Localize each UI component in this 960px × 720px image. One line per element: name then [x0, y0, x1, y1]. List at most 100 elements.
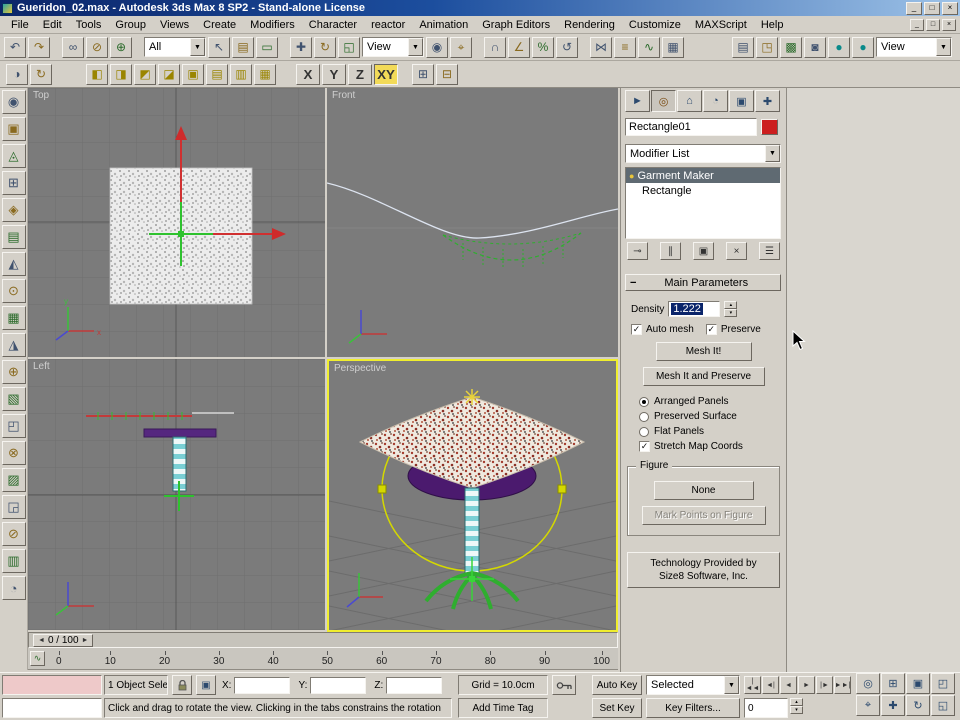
prev-frame-arrow-icon[interactable]: ◄: [38, 637, 45, 644]
render-tool-icon[interactable]: ◙: [804, 36, 826, 58]
menu-item[interactable]: Edit: [36, 18, 69, 32]
stretch-map-checkbox[interactable]: ✓: [639, 441, 650, 452]
extra-tool-icon[interactable]: ⊞: [412, 63, 434, 85]
snap-mode-icon[interactable]: ◧: [86, 63, 108, 85]
modifier-stack-item-selected[interactable]: ● Garment Maker: [626, 168, 780, 183]
mesh-it-button[interactable]: Mesh It!: [655, 342, 752, 361]
select-tool-icon[interactable]: ▭: [256, 36, 278, 58]
menu-item[interactable]: Group: [108, 18, 153, 32]
spinner-down-icon[interactable]: ▾: [724, 309, 738, 317]
maxscript-mini-listener-white[interactable]: [2, 698, 102, 718]
chevron-down-icon[interactable]: ▼: [190, 38, 205, 56]
radio-option[interactable]: Preserved Surface: [639, 411, 782, 422]
link-icon[interactable]: ⊕: [110, 36, 132, 58]
viewport-top[interactable]: x y Top: [28, 88, 325, 357]
menu-item[interactable]: Help: [754, 18, 791, 32]
key-mode-combo[interactable]: Selected ▼: [646, 675, 740, 695]
viewport-front[interactable]: Front: [327, 88, 618, 357]
reference-coordinate-combo[interactable]: View ▼: [362, 37, 424, 57]
snap-mode-icon[interactable]: ◨: [110, 63, 132, 85]
key-filters-button[interactable]: Key Filters...: [646, 698, 740, 718]
maxscript-mini-listener-pink[interactable]: [2, 675, 102, 695]
radio-circle-icon[interactable]: [639, 426, 649, 437]
reactor-tool-icon[interactable]: ◈: [1, 198, 26, 222]
pivot-center-icon[interactable]: ⌖: [450, 36, 472, 58]
reactor-tool-icon[interactable]: ⊘: [1, 522, 26, 546]
nav-mode-icon[interactable]: ◑: [6, 63, 28, 85]
viewport-nav-icon[interactable]: ↻: [906, 695, 930, 716]
selection-lock-button[interactable]: [172, 675, 192, 695]
chevron-down-icon[interactable]: ▼: [936, 38, 951, 56]
coordinate-field[interactable]: [310, 676, 367, 694]
viewport-label[interactable]: Front: [332, 90, 355, 101]
absolute-offset-toggle[interactable]: ▣: [196, 675, 216, 695]
stack-tool-icon[interactable]: ▣: [693, 242, 714, 260]
snap-toggle-icon[interactable]: ∩: [484, 36, 506, 58]
frame-spinner[interactable]: ▴ ▾: [790, 698, 803, 718]
reactor-tool-icon[interactable]: ◔: [1, 576, 26, 600]
selection-filter-combo[interactable]: All ▼: [144, 37, 206, 57]
mesh-it-and-preserve-button[interactable]: Mesh It and Preserve: [642, 367, 765, 386]
radio-option[interactable]: Flat Panels: [639, 426, 782, 437]
playback-button[interactable]: ◄|: [762, 676, 779, 694]
reactor-tool-icon[interactable]: ⊕: [1, 360, 26, 384]
figure-none-button[interactable]: None: [653, 481, 754, 500]
menu-item[interactable]: Tools: [69, 18, 109, 32]
render-tool-icon[interactable]: ▤: [732, 36, 754, 58]
viewport-nav-icon[interactable]: ◰: [931, 673, 955, 694]
chevron-down-icon[interactable]: ▼: [765, 145, 780, 162]
reactor-tool-icon[interactable]: ◮: [1, 333, 26, 357]
density-field[interactable]: 1.222: [668, 301, 721, 317]
transform-tool-icon[interactable]: ↻: [314, 36, 336, 58]
reactor-tool-icon[interactable]: ◭: [1, 252, 26, 276]
extra-tool-icon[interactable]: ⊟: [436, 63, 458, 85]
quick-render-icon[interactable]: ●: [828, 36, 850, 58]
object-color-swatch[interactable]: [761, 119, 778, 135]
reactor-tool-icon[interactable]: ◰: [1, 414, 26, 438]
menu-item[interactable]: Graph Editors: [475, 18, 557, 32]
object-name-field[interactable]: Rectangle01: [625, 118, 757, 136]
reactor-tool-icon[interactable]: ⊙: [1, 279, 26, 303]
current-frame-field[interactable]: 0: [744, 698, 788, 718]
render-tool-icon[interactable]: ▩: [780, 36, 802, 58]
axis-constraint-button[interactable]: Z: [348, 63, 372, 85]
stack-tool-icon[interactable]: ⊸: [627, 242, 648, 260]
snap-mode-icon[interactable]: ◩: [134, 63, 156, 85]
track-bar[interactable]: ∿ 0 10 20 30 40 50 60 70 80 90 100: [28, 648, 618, 670]
snap-toggle-icon[interactable]: ↺: [556, 36, 578, 58]
menu-item[interactable]: Rendering: [557, 18, 622, 32]
viewport-nav-icon[interactable]: ✚: [881, 695, 905, 716]
undo-redo-icon[interactable]: ↶: [4, 36, 26, 58]
spinner-up-icon[interactable]: ▴: [724, 301, 738, 309]
viewport-nav-icon[interactable]: ◎: [856, 673, 880, 694]
transform-tool-icon[interactable]: ◱: [338, 36, 360, 58]
next-frame-arrow-icon[interactable]: ►: [82, 637, 89, 644]
command-panel-tab-icon[interactable]: ✚: [755, 90, 780, 112]
density-spinner[interactable]: ▴ ▾: [724, 301, 738, 317]
axis-constraint-button[interactable]: Y: [322, 63, 346, 85]
auto-key-button[interactable]: Auto Key: [592, 675, 642, 695]
snap-mode-icon[interactable]: ▦: [254, 63, 276, 85]
reactor-tool-icon[interactable]: ▣: [1, 117, 26, 141]
link-icon[interactable]: ∞: [62, 36, 84, 58]
menu-item[interactable]: reactor: [364, 18, 412, 32]
reactor-tool-icon[interactable]: ▤: [1, 225, 26, 249]
mini-curve-editor-icon[interactable]: ∿: [30, 651, 45, 666]
auto-mesh-checkbox[interactable]: ✓: [631, 324, 642, 335]
modifier-list-combo[interactable]: Modifier List ▼: [625, 144, 781, 163]
utility-tool-icon[interactable]: ⋈: [590, 36, 612, 58]
window-control-button[interactable]: □: [924, 1, 940, 15]
viewport-nav-icon[interactable]: ◱: [931, 695, 955, 716]
axis-constraint-xy-button[interactable]: XY: [374, 63, 398, 85]
time-slider-handle[interactable]: ◄ 0 / 100 ►: [33, 633, 94, 647]
window-control-button[interactable]: _: [906, 1, 922, 15]
chevron-down-icon[interactable]: ▼: [408, 38, 423, 56]
reactor-tool-icon[interactable]: ⊗: [1, 441, 26, 465]
keyboard-shortcut-override-button[interactable]: [552, 675, 576, 695]
snap-toggle-icon[interactable]: %: [532, 36, 554, 58]
lightbulb-icon[interactable]: ●: [629, 171, 634, 181]
radio-circle-icon[interactable]: [639, 396, 649, 407]
viewport-nav-icon[interactable]: ⊞: [881, 673, 905, 694]
document-window-control[interactable]: _: [910, 18, 924, 31]
select-tool-icon[interactable]: ▤: [232, 36, 254, 58]
